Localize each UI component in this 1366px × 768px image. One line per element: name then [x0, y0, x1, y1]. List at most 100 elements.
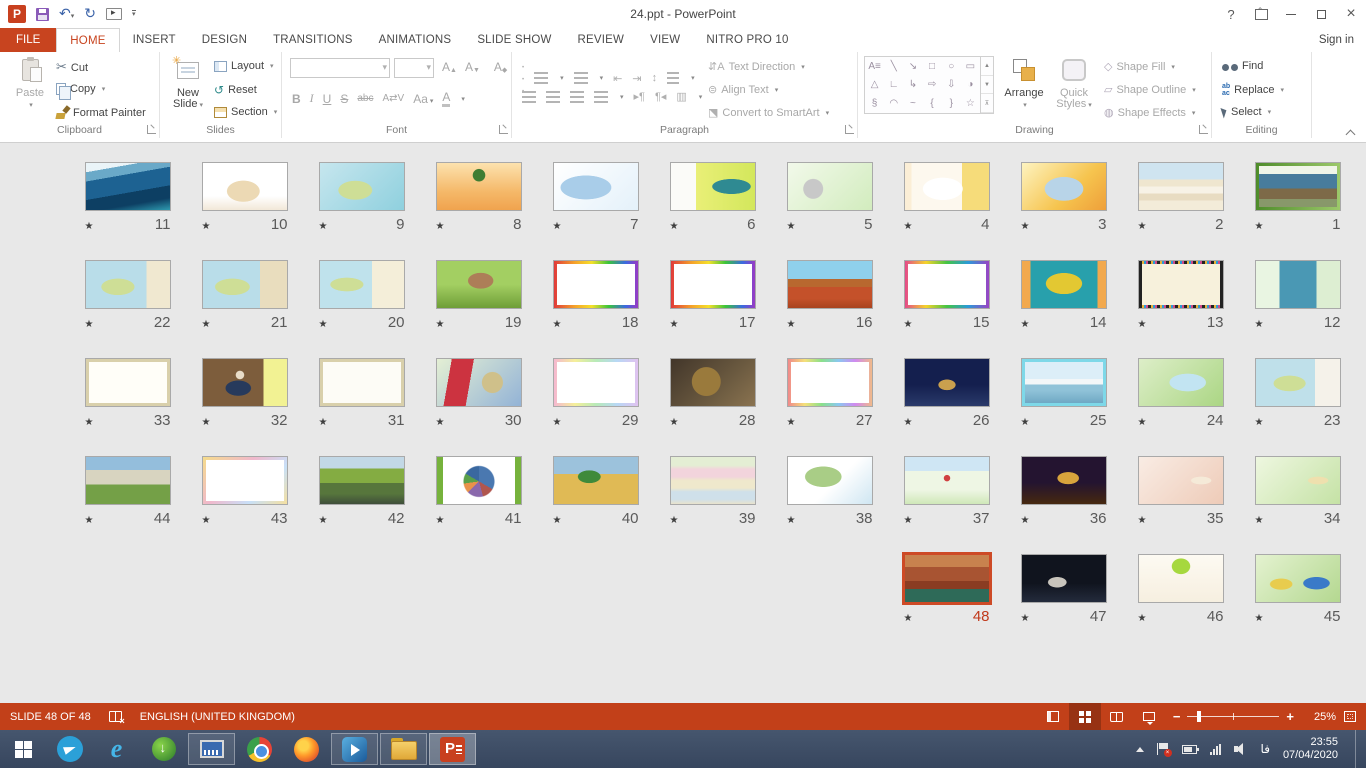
taskbar-app-media-player[interactable]: [331, 733, 378, 765]
slide-18-thumbnail[interactable]: ★18: [537, 260, 654, 358]
slide-33-thumbnail[interactable]: ★33: [69, 358, 186, 456]
power-icon[interactable]: [1182, 745, 1197, 754]
transition-star-icon[interactable]: ★: [202, 515, 211, 526]
slide-36-thumbnail[interactable]: ★36: [1005, 456, 1122, 554]
slide-4-thumbnail[interactable]: ★4: [888, 162, 1005, 260]
shape-option[interactable]: △: [865, 76, 884, 95]
transition-star-icon[interactable]: ★: [1255, 319, 1264, 330]
taskbar-app-idm[interactable]: [140, 730, 187, 768]
tab-insert[interactable]: INSERT: [120, 28, 189, 52]
slide-44-thumbnail[interactable]: ★44: [69, 456, 186, 554]
transition-star-icon[interactable]: ★: [553, 417, 562, 428]
slide-22-thumbnail[interactable]: ★22: [69, 260, 186, 358]
slide-40-thumbnail[interactable]: ★40: [537, 456, 654, 554]
slide-sorter-view-button[interactable]: [1069, 703, 1101, 730]
tab-slide-show[interactable]: SLIDE SHOW: [464, 28, 564, 52]
transition-star-icon[interactable]: ★: [787, 515, 796, 526]
language-indicator[interactable]: ENGLISH (UNITED KINGDOM): [140, 711, 295, 723]
input-language-indicator[interactable]: فا: [1261, 742, 1270, 756]
transition-star-icon[interactable]: ★: [787, 319, 796, 330]
slide-31-thumbnail[interactable]: ★31: [303, 358, 420, 456]
transition-star-icon[interactable]: ★: [202, 417, 211, 428]
tab-nitro-pro-10[interactable]: NITRO PRO 10: [693, 28, 801, 52]
slide-16-thumbnail[interactable]: ★16: [771, 260, 888, 358]
shape-option[interactable]: ◠: [884, 94, 903, 113]
shape-option[interactable]: ☆: [961, 94, 980, 113]
slide-13-thumbnail[interactable]: ★13: [1122, 260, 1239, 358]
reading-view-button[interactable]: [1101, 703, 1133, 730]
taskbar-app-chrome[interactable]: [236, 730, 283, 768]
transition-star-icon[interactable]: ★: [85, 515, 94, 526]
volume-icon[interactable]: [1234, 743, 1248, 755]
taskbar-app-on-screen-keyboard[interactable]: [188, 733, 235, 765]
slide-41-thumbnail[interactable]: ★41: [420, 456, 537, 554]
taskbar-app-firefox[interactable]: [283, 730, 330, 768]
clock[interactable]: 23:55 07/04/2020: [1283, 736, 1338, 762]
slide-12-thumbnail[interactable]: ★12: [1239, 260, 1356, 358]
transition-star-icon[interactable]: ★: [670, 417, 679, 428]
shape-option[interactable]: ⇩: [942, 76, 961, 95]
shape-option[interactable]: ↳: [903, 76, 922, 95]
transition-star-icon[interactable]: ★: [1021, 417, 1030, 428]
slide-37-thumbnail[interactable]: ★37: [888, 456, 1005, 554]
font-dialog-launcher[interactable]: [499, 125, 508, 134]
show-desktop-button[interactable]: [1355, 730, 1360, 768]
shape-gallery-scrollbar[interactable]: ▲▼⊼: [980, 57, 993, 113]
transition-star-icon[interactable]: ★: [436, 319, 445, 330]
transition-star-icon[interactable]: ★: [553, 319, 562, 330]
transition-star-icon[interactable]: ★: [319, 515, 328, 526]
slide-28-thumbnail[interactable]: ★28: [654, 358, 771, 456]
transition-star-icon[interactable]: ★: [1255, 613, 1264, 624]
shape-option[interactable]: ◑: [961, 76, 980, 95]
transition-star-icon[interactable]: ★: [202, 221, 211, 232]
transition-star-icon[interactable]: ★: [787, 221, 796, 232]
transition-star-icon[interactable]: ★: [1138, 417, 1147, 428]
transition-star-icon[interactable]: ★: [1021, 515, 1030, 526]
shape-option[interactable]: ○: [942, 57, 961, 76]
close-button[interactable]: ×: [1336, 0, 1366, 28]
tab-design[interactable]: DESIGN: [189, 28, 260, 52]
shape-option[interactable]: ∟: [884, 76, 903, 95]
drawing-dialog-launcher[interactable]: [1199, 125, 1208, 134]
transition-star-icon[interactable]: ★: [85, 221, 94, 232]
network-icon[interactable]: [1210, 744, 1221, 755]
slide-10-thumbnail[interactable]: ★10: [186, 162, 303, 260]
new-slide-button[interactable]: NewSlide▾: [164, 55, 212, 111]
arrange-button[interactable]: Arrange▾: [1000, 55, 1048, 111]
shape-option[interactable]: §: [865, 94, 884, 113]
taskbar-app-powerpoint[interactable]: [429, 733, 476, 765]
reset-button[interactable]: ↺Reset: [214, 83, 257, 97]
find-button[interactable]: Find: [1222, 60, 1263, 72]
transition-star-icon[interactable]: ★: [787, 417, 796, 428]
shape-gallery[interactable]: A≡╲↘□○▭△∟↳⇨⇩◑§◠~{}☆ ▲▼⊼: [864, 56, 994, 114]
slide-24-thumbnail[interactable]: ★24: [1122, 358, 1239, 456]
slide-9-thumbnail[interactable]: ★9: [303, 162, 420, 260]
transition-star-icon[interactable]: ★: [319, 319, 328, 330]
zoom-out-button[interactable]: −: [1173, 709, 1181, 724]
tab-file[interactable]: FILE: [0, 28, 56, 52]
slide-2-thumbnail[interactable]: ★2: [1122, 162, 1239, 260]
slide-show-button[interactable]: [1133, 703, 1165, 730]
transition-star-icon[interactable]: ★: [85, 417, 94, 428]
slide-5-thumbnail[interactable]: ★5: [771, 162, 888, 260]
transition-star-icon[interactable]: ★: [1021, 221, 1030, 232]
normal-view-button[interactable]: [1037, 703, 1069, 730]
zoom-level[interactable]: 25%: [1302, 711, 1336, 723]
shape-option[interactable]: {: [922, 94, 941, 113]
transition-star-icon[interactable]: ★: [436, 417, 445, 428]
collapse-ribbon-icon[interactable]: [1346, 130, 1356, 136]
slide-26-thumbnail[interactable]: ★26: [888, 358, 1005, 456]
slide-8-thumbnail[interactable]: ★8: [420, 162, 537, 260]
slide-47-thumbnail[interactable]: ★47: [1005, 554, 1122, 652]
transition-star-icon[interactable]: ★: [1021, 613, 1030, 624]
transition-star-icon[interactable]: ★: [436, 515, 445, 526]
taskbar-app-telegram[interactable]: [46, 730, 93, 768]
slide-19-thumbnail[interactable]: ★19: [420, 260, 537, 358]
replace-button[interactable]: abacReplace▾: [1222, 83, 1284, 97]
slide-39-thumbnail[interactable]: ★39: [654, 456, 771, 554]
transition-star-icon[interactable]: ★: [670, 221, 679, 232]
transition-star-icon[interactable]: ★: [904, 417, 913, 428]
shape-option[interactable]: ╲: [884, 57, 903, 76]
shape-option[interactable]: ▭: [961, 57, 980, 76]
slide-29-thumbnail[interactable]: ★29: [537, 358, 654, 456]
